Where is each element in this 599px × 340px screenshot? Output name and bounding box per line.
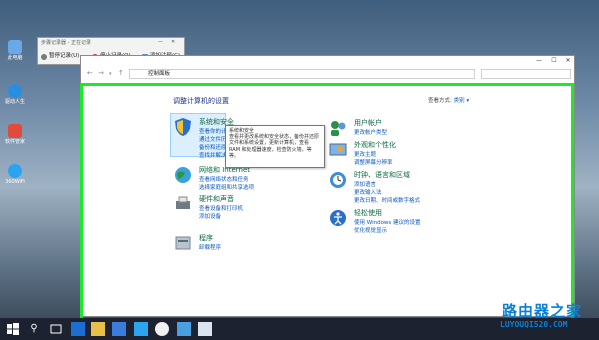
recent-chevron-icon[interactable]: ▾ (109, 71, 112, 77)
steps-recorder-task-icon[interactable] (198, 322, 212, 336)
breadcrumb[interactable]: 控制面板 (148, 71, 170, 77)
category-link[interactable]: 更改日期、时间或数字格式 (354, 196, 420, 204)
control-panel-task-icon[interactable] (177, 322, 191, 336)
category-link[interactable]: 查看设备和打印机 (199, 204, 243, 212)
pause-record-label: 暂停记录(U) (49, 53, 80, 59)
desktop-icon-label: 驱动人生 (4, 99, 25, 105)
desktop-icon-label: 此电脑 (7, 55, 23, 61)
desktop-icon-360wifi[interactable]: 360WiFi (2, 164, 28, 185)
minimize-button[interactable]: — (158, 39, 163, 45)
category-link[interactable]: 添加设备 (199, 212, 221, 220)
window-maximize-button[interactable]: ☐ (547, 56, 561, 66)
tooltip: 系统和安全 查看并更改系统和安全状态，备份并还原文件和系统设置，更新计算机，查看… (225, 125, 325, 168)
browser-icon[interactable] (134, 322, 148, 336)
software-manager-icon (8, 124, 22, 138)
shield-icon (173, 117, 193, 137)
category-link[interactable]: 更改输入法 (354, 188, 382, 196)
forward-arrow-icon[interactable]: → (98, 69, 104, 77)
highlight-frame (80, 83, 574, 322)
desktop-icon-this-pc[interactable]: 此电脑 (2, 40, 28, 61)
category-link[interactable]: 选择家庭组和共享选项 (199, 183, 254, 191)
page-title: 调整计算机的设置 (173, 97, 229, 105)
close-button[interactable]: ✕ (171, 39, 175, 45)
chrome-icon[interactable] (155, 322, 169, 336)
window-close-button[interactable]: ✕ (561, 56, 575, 66)
category-link[interactable]: 更改主题 (354, 150, 376, 158)
window-minimize-button[interactable]: — (532, 56, 546, 66)
category-link[interactable]: 查看网络状态和任务 (199, 175, 249, 183)
back-arrow-icon[interactable]: ← (87, 69, 93, 77)
pause-icon (41, 53, 47, 60)
category-link[interactable]: 优化视觉显示 (354, 226, 387, 234)
wifi-app-icon (8, 164, 22, 178)
category-title[interactable]: 轻松使用 (354, 208, 382, 218)
watermark: 路由器之家 LUYOUQI520.COM (496, 300, 599, 336)
category-link[interactable]: 调整屏幕分辨率 (354, 158, 393, 166)
address-row: ← → ▾ ↑ 控制面板 (81, 68, 574, 80)
category-link[interactable]: 添加语言 (354, 180, 376, 188)
desktop-icon-label: 软件管家 (4, 139, 25, 145)
driver-app-icon (8, 84, 22, 98)
clock-globe-icon (328, 170, 348, 190)
tooltip-text: 查看并更改系统和安全状态，备份并还原文件和系统设置，更新计算机，查看 RAM 和… (229, 134, 320, 159)
view-by[interactable]: 查看方式: 类别 ▾ (428, 96, 469, 104)
printer-icon (173, 194, 193, 214)
windows-start-icon[interactable] (6, 322, 20, 336)
edge-browser-icon[interactable] (71, 322, 85, 336)
appearance-icon (328, 140, 348, 160)
recorder-title: 步骤记录器 - 正在记录 (41, 40, 91, 46)
pause-record-button[interactable]: 暂停记录(U) (41, 51, 79, 62)
watermark-title: 路由器之家 (502, 302, 583, 320)
task-view-icon[interactable] (49, 322, 63, 336)
desktop-icon-driver[interactable]: 驱动人生 (2, 84, 28, 105)
users-icon (328, 118, 348, 138)
watermark-url: LUYOUQI520.COM (500, 320, 568, 329)
computer-icon (8, 40, 22, 54)
category-title[interactable]: 程序 (199, 233, 213, 243)
title-bar: — ☐ ✕ (81, 56, 574, 66)
category-link[interactable]: 更改帐户类型 (354, 128, 387, 136)
programs-icon (173, 233, 193, 253)
category-link[interactable]: 卸载程序 (199, 243, 221, 251)
accessibility-icon (328, 208, 348, 228)
category-title[interactable]: 时钟、语言和区域 (354, 170, 410, 180)
search-icon[interactable]: ⚲ (27, 322, 41, 336)
store-icon[interactable] (112, 322, 126, 336)
up-arrow-icon[interactable]: ↑ (118, 69, 124, 77)
view-by-dropdown[interactable]: 类别 ▾ (454, 98, 470, 104)
category-title[interactable]: 用户帐户 (354, 118, 382, 128)
view-by-label: 查看方式: (428, 98, 452, 104)
file-explorer-icon[interactable] (91, 322, 105, 336)
address-bar[interactable]: 控制面板 (129, 69, 475, 79)
desktop-icon-software-manager[interactable]: 软件管家 (2, 124, 28, 145)
category-title[interactable]: 外观和个性化 (354, 140, 396, 150)
desktop-icon-label: 360WiFi (5, 179, 25, 185)
globe-icon (173, 165, 193, 185)
category-link[interactable]: 使用 Windows 建议的设置 (354, 218, 421, 226)
search-input[interactable] (481, 69, 571, 79)
category-title[interactable]: 硬件和声音 (199, 194, 234, 204)
